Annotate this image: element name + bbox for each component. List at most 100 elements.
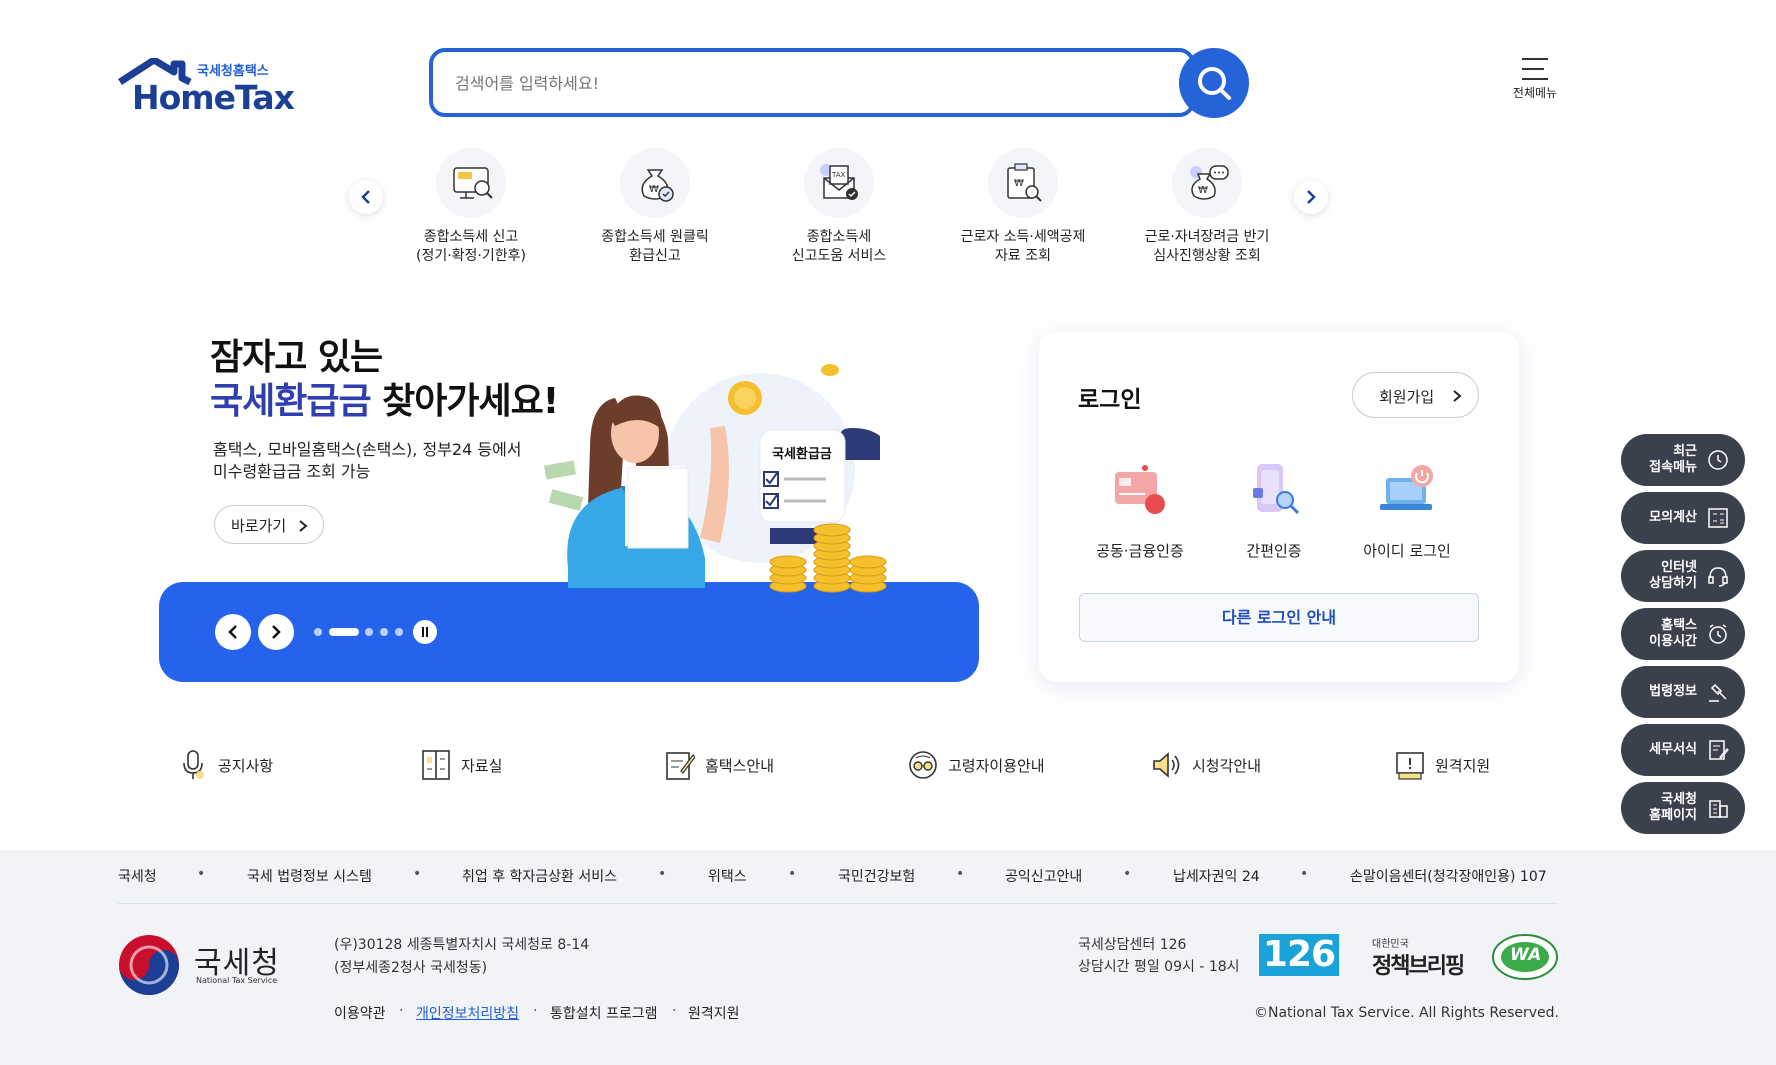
side-nts-homepage-button[interactable]: 국세청 홈페이지: [1621, 782, 1745, 834]
search-box: [429, 48, 1195, 117]
link-label: 홈택스안내: [705, 756, 775, 775]
login-option-id[interactable]: 아이디 로그인: [1337, 462, 1477, 561]
login-option-simple[interactable]: 간편인증: [1204, 462, 1344, 561]
side-label: 세무서식: [1649, 742, 1697, 757]
wa-certification-badge[interactable]: WA: [1490, 932, 1560, 982]
quick-menu-next-button[interactable]: [1294, 180, 1328, 214]
footer-link[interactable]: 위택스: [708, 866, 747, 886]
side-mock-calc-button[interactable]: 모의계산: [1621, 492, 1745, 544]
hometax-logo[interactable]: 국세청홈택스 HomeTax: [118, 58, 295, 117]
badge-126[interactable]: 126: [1259, 934, 1339, 976]
signup-button[interactable]: 회원가입: [1352, 372, 1479, 418]
separator-dot: •: [1123, 866, 1132, 882]
login-title: 로그인: [1078, 387, 1142, 413]
link-audiovisual-guide[interactable]: 시청각안내: [1152, 748, 1261, 782]
link-label: 자료실: [461, 756, 503, 775]
footer-terms-link[interactable]: 이용약관: [334, 1003, 386, 1023]
link-label: 시청각안내: [1192, 756, 1262, 775]
phone-search-icon: [1243, 462, 1305, 524]
quick-menu-item[interactable]: ₩ 근로·자녀장려금 반기 심사진행상황 조회: [1122, 148, 1292, 266]
footer-link[interactable]: 취업 후 학자금상환 서비스: [462, 866, 617, 886]
nts-logo: 국세청 National Tax Service: [118, 934, 288, 995]
side-online-consult-button[interactable]: 인터넷 상담하기: [1621, 550, 1745, 602]
banner-dot-active[interactable]: [329, 628, 359, 636]
banner-dot[interactable]: [365, 628, 373, 636]
link-remote-support[interactable]: 원격지원: [1395, 748, 1490, 782]
link-senior-guide[interactable]: 고령자이용안내: [908, 748, 1045, 782]
footer-remote-link[interactable]: 원격지원: [688, 1003, 740, 1023]
quick-menu-item[interactable]: ₩ 근로자 소득·세액공제 자료 조회: [938, 148, 1108, 266]
clock-icon: [1708, 450, 1728, 470]
separator-dot: ·: [672, 1003, 677, 1019]
link-notice[interactable]: 공지사항: [178, 748, 273, 782]
link-hometax-guide[interactable]: 홈택스안내: [665, 748, 774, 782]
calculator-icon: [1708, 508, 1728, 528]
side-label: 국세청 홈페이지: [1649, 792, 1697, 823]
policy-briefing-title: 정책브리핑: [1372, 954, 1465, 979]
login-option-label: 간편인증: [1246, 542, 1302, 560]
banner-description: 홈택스, 모바일홈택스(손택스), 정부24 등에서 미수령환급금 조회 가능: [213, 440, 522, 481]
hamburger-icon: [1500, 58, 1570, 80]
quick-menu-item[interactable]: ₩ 종합소득세 원클릭 환급신고: [570, 148, 740, 266]
microphone-icon: [178, 749, 208, 781]
copyright: ©National Tax Service. All Rights Reserv…: [1254, 1005, 1560, 1021]
side-recent-menu-button[interactable]: 최근 접속메뉴: [1621, 434, 1745, 486]
certificate-card-icon: [1109, 462, 1171, 524]
banner-go-button[interactable]: 바로가기: [214, 505, 324, 544]
all-menu-button[interactable]: 전체메뉴: [1500, 58, 1570, 110]
banner-dot[interactable]: [380, 628, 388, 636]
quick-menu-label: 종합소득세 신고도움 서비스: [791, 229, 887, 264]
banner-title: 잠자고 있는 국세환급금 찾아가세요!: [210, 336, 559, 424]
side-label: 홈택스 이용시간: [1649, 618, 1697, 649]
footer-link[interactable]: 공익신고안내: [1005, 866, 1082, 886]
banner-pause-button[interactable]: [413, 620, 437, 644]
separator-dot: •: [1300, 866, 1309, 882]
refund-illustration: 국세환급금: [544, 364, 887, 593]
quick-menu-label: 근로·자녀장려금 반기 심사진행상황 조회: [1144, 229, 1270, 264]
link-label: 공지사항: [218, 756, 274, 775]
side-label: 모의계산: [1649, 510, 1697, 525]
quick-menu-label: 종합소득세 신고 (정기·확정·기한후): [416, 229, 526, 264]
policy-briefing-logo[interactable]: 대한민국 정책브리핑: [1372, 935, 1465, 979]
footer-install-link[interactable]: 통합설치 프로그램: [550, 1003, 658, 1023]
side-tax-forms-button[interactable]: 세무서식: [1621, 724, 1745, 776]
link-archive[interactable]: 자료실: [421, 748, 502, 782]
logo-title: HomeTax: [132, 78, 295, 117]
speaker-icon: [1152, 749, 1182, 781]
search-button[interactable]: [1179, 48, 1249, 118]
tax-call-center: 국세상담센터 126 상담시간 평일 09시 - 18시: [1078, 937, 1240, 975]
banner-title-line1: 잠자고 있는: [210, 337, 383, 378]
banner-dot[interactable]: [314, 628, 322, 636]
separator-dot: •: [956, 866, 965, 882]
wa-label: WA: [1510, 945, 1542, 965]
link-label: 원격지원: [1435, 756, 1491, 775]
separator-dot: •: [658, 866, 667, 882]
quick-menu-item[interactable]: 종합소득세 신고 (정기·확정·기한후): [386, 148, 556, 266]
login-option-label: 아이디 로그인: [1363, 542, 1451, 560]
banner-prev-button[interactable]: [215, 614, 251, 650]
banner-dot[interactable]: [395, 628, 403, 636]
footer-divider: [118, 903, 1558, 904]
money-bag-chat-icon: ₩: [1172, 148, 1242, 218]
quick-menu-item[interactable]: TAX 종합소득세 신고도움 서비스: [754, 148, 924, 266]
footer-link[interactable]: 국세 법령정보 시스템: [247, 866, 372, 886]
quick-menu-prev-button[interactable]: [349, 180, 383, 214]
search-input[interactable]: [455, 65, 1095, 101]
building-icon: [1709, 800, 1728, 818]
chevron-left-icon: [361, 190, 370, 204]
side-label: 최근 접속메뉴: [1649, 444, 1697, 475]
money-bag-check-icon: ₩: [620, 148, 690, 218]
side-label: 법령정보: [1649, 684, 1697, 699]
login-option-certificate[interactable]: 공동·금융인증: [1070, 462, 1210, 561]
footer-link[interactable]: 국민건강보험: [838, 866, 915, 886]
quick-menu-label: 근로자 소득·세액공제 자료 조회: [960, 229, 1086, 264]
footer-link[interactable]: 납세자권익 24: [1173, 866, 1260, 886]
side-law-info-button[interactable]: 법령정보: [1621, 666, 1745, 718]
side-service-hours-button[interactable]: 홈택스 이용시간: [1621, 608, 1745, 660]
footer-link[interactable]: 국세청: [118, 866, 157, 886]
form-pen-icon: [1709, 740, 1729, 760]
footer-privacy-link[interactable]: 개인정보처리방침: [416, 1003, 519, 1023]
other-login-button[interactable]: 다른 로그인 안내: [1079, 593, 1479, 642]
banner-next-button[interactable]: [258, 614, 294, 650]
footer-link[interactable]: 손말이음센터(청각장애인용) 107: [1350, 866, 1547, 886]
